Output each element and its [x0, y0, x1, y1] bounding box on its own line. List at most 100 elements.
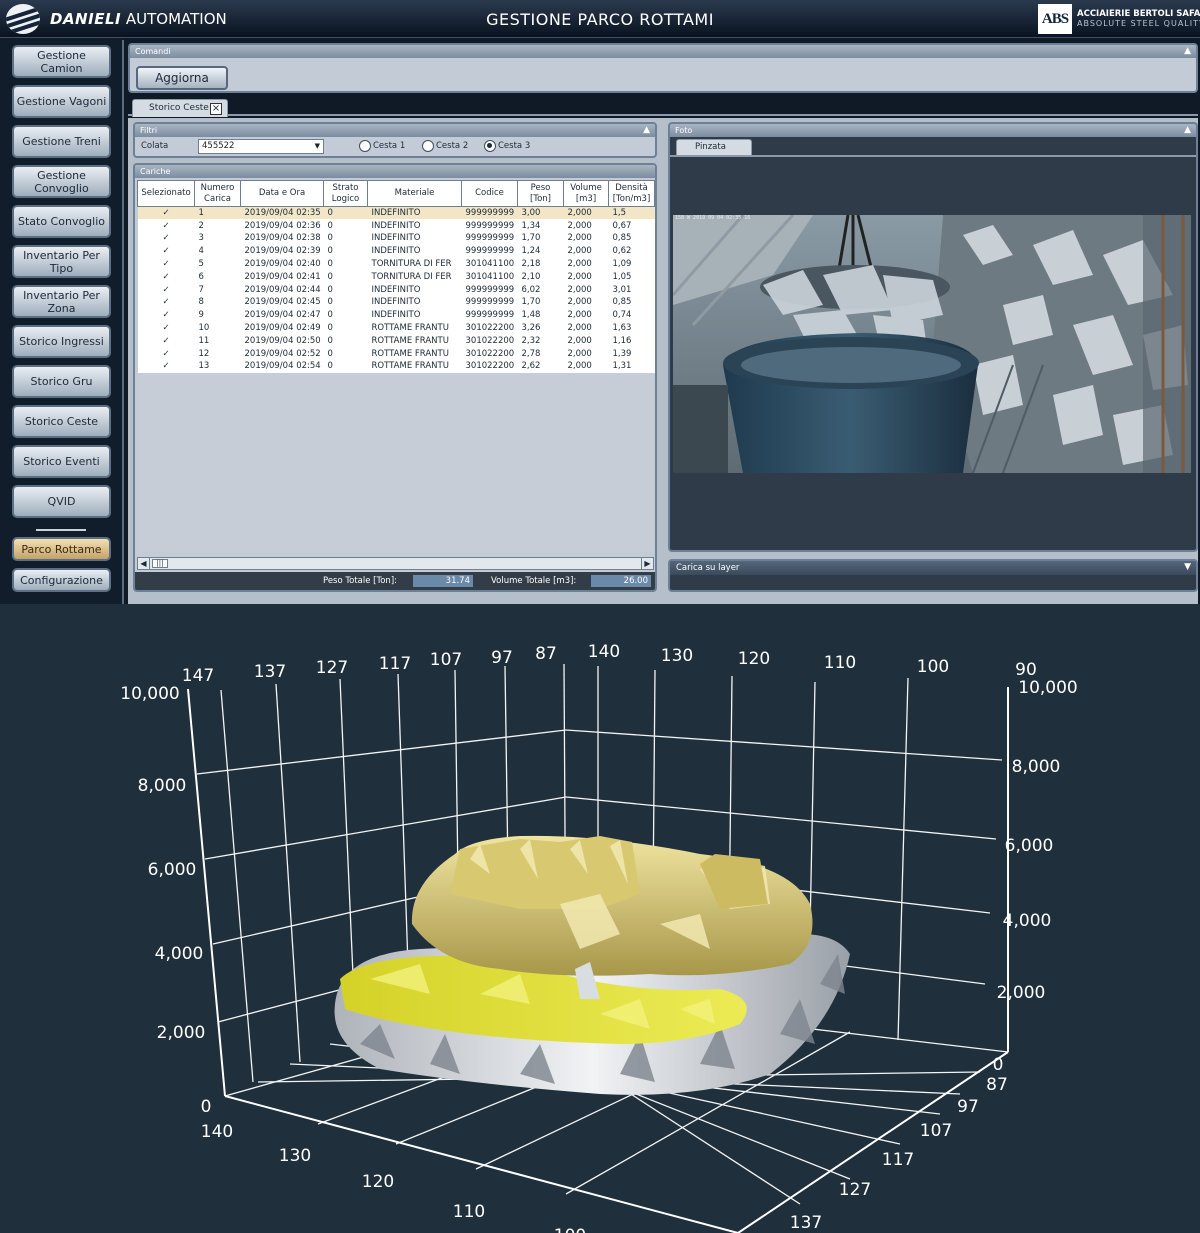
tick-label: 100: [917, 657, 949, 677]
sidebar-item-stato-convoglio[interactable]: Stato Convoglio: [12, 205, 111, 238]
sidebar-item-storico-gru[interactable]: Storico Gru: [12, 365, 111, 398]
radio-cesta-3[interactable]: [484, 140, 496, 152]
tick-label: 107: [430, 650, 462, 670]
table-header-row: Selezionato Numero Carica Data e Ora Str…: [137, 180, 655, 207]
sidebar-item-storico-eventi[interactable]: Storico Eventi: [12, 445, 111, 478]
col-header[interactable]: Densità [Ton/m3]: [608, 180, 655, 207]
table-row[interactable]: ✓ 6 2019/09/04 02:41 0 TORNITURA DI FER 30104…: [137, 270, 655, 284]
table-cell: 12: [194, 347, 241, 361]
row-checkbox-icon[interactable]: ✓: [137, 257, 195, 271]
scroll-right-icon[interactable]: ▶: [641, 558, 653, 569]
row-checkbox-icon[interactable]: ✓: [137, 360, 195, 373]
table-cell: 2,18: [517, 257, 564, 271]
table-cell: 2,000: [563, 244, 609, 258]
table-row[interactable]: ✓ 8 2019/09/04 02:45 0 INDEFINITO 999999999 1,…: [137, 296, 655, 309]
table-row[interactable]: ✓ 11 2019/09/04 02:50 0 ROTTAME FRANTU 301022…: [137, 334, 655, 348]
horizontal-scrollbar[interactable]: ◀ ||| ▶: [137, 557, 654, 570]
table-cell: 6,02: [517, 283, 564, 297]
table-row[interactable]: ✓ 2 2019/09/04 02:36 0 INDEFINITO 999999999 1,…: [137, 219, 655, 233]
sidebar-item-gestione-treni[interactable]: Gestione Treni: [12, 125, 111, 158]
table-cell: 999999999: [461, 232, 518, 245]
sidebar-item-gestione-camion[interactable]: Gestione Camion: [12, 45, 111, 78]
table-row[interactable]: ✓ 3 2019/09/04 02:38 0 INDEFINITO 999999999 1,…: [137, 232, 655, 245]
scrap-bucket-image: [673, 215, 1191, 473]
table-row[interactable]: ✓ 9 2019/09/04 02:47 0 INDEFINITO 999999999 1,…: [137, 308, 655, 322]
tick-label: 130: [661, 646, 693, 666]
table-cell: 2019/09/04 02:54: [240, 360, 324, 373]
colata-select[interactable]: 455522 ▼: [198, 139, 324, 154]
camera-timestamp: 158 W 2019 09 04 02:35 16: [675, 215, 751, 221]
table-row[interactable]: ✓ 12 2019/09/04 02:52 0 ROTTAME FRANTU 301022…: [137, 347, 655, 361]
collapse-chevron-icon[interactable]: ▲: [643, 124, 650, 137]
table-cell: 2019/09/04 02:44: [240, 283, 324, 297]
table-cell: 9: [194, 308, 241, 322]
sidebar-item-inventario-tipo[interactable]: Inventario Per Tipo: [12, 245, 111, 278]
row-checkbox-icon[interactable]: ✓: [137, 244, 195, 258]
table-row[interactable]: ✓ 5 2019/09/04 02:40 0 TORNITURA DI FER 30104…: [137, 257, 655, 271]
tab-storico-ceste[interactable]: Storico Ceste ×: [132, 99, 228, 117]
sidebar-item-storico-ceste[interactable]: Storico Ceste: [12, 405, 111, 438]
collapse-chevron-icon[interactable]: ▲: [1184, 124, 1191, 137]
table-row[interactable]: ✓ 13 2019/09/04 02:54 0 ROTTAME FRANTU 301022…: [137, 360, 655, 373]
sidebar-item-gestione-vagoni[interactable]: Gestione Vagoni: [12, 85, 111, 118]
aggiorna-button[interactable]: Aggiorna: [136, 66, 228, 90]
table-cell: 3,01: [608, 283, 655, 297]
table-row[interactable]: ✓ 1 2019/09/04 02:35 0 INDEFINITO 999999999 3,…: [137, 206, 655, 220]
col-header[interactable]: Selezionato: [137, 180, 195, 207]
row-checkbox-icon[interactable]: ✓: [137, 296, 195, 309]
table-cell: 1: [194, 206, 241, 220]
table-cell: 2,000: [563, 283, 609, 297]
scroll-left-icon[interactable]: ◀: [138, 558, 150, 569]
table-cell: 2,000: [563, 257, 609, 271]
radio-cesta-2[interactable]: [422, 140, 434, 152]
app-window: DANIELI AUTOMATION GESTIONE PARCO ROTTAM…: [0, 0, 1200, 604]
table-cell: INDEFINITO: [367, 296, 462, 309]
row-checkbox-icon[interactable]: ✓: [137, 334, 195, 348]
row-checkbox-icon[interactable]: ✓: [137, 283, 195, 297]
totals-bar: Peso Totale [Ton]: 31.74 Volume Totale […: [135, 572, 655, 590]
table-row[interactable]: ✓ 4 2019/09/04 02:39 0 INDEFINITO 999999999 1,…: [137, 244, 655, 258]
company-tagline: ABSOLUTE STEEL QUALITY: [1077, 19, 1200, 28]
row-checkbox-icon[interactable]: ✓: [137, 232, 195, 245]
row-checkbox-icon[interactable]: ✓: [137, 270, 195, 284]
col-header[interactable]: Codice: [461, 180, 518, 207]
row-checkbox-icon[interactable]: ✓: [137, 308, 195, 322]
col-header[interactable]: Peso [Ton]: [517, 180, 564, 207]
sidebar-item-inventario-zona[interactable]: Inventario Per Zona: [12, 285, 111, 318]
table-cell: 2019/09/04 02:47: [240, 308, 324, 322]
row-checkbox-icon[interactable]: ✓: [137, 347, 195, 361]
tick-label: 97: [491, 648, 513, 668]
table-row[interactable]: ✓ 7 2019/09/04 02:44 0 INDEFINITO 999999999 6,…: [137, 283, 655, 297]
col-header[interactable]: Volume [m3]: [563, 180, 609, 207]
table-cell: 301041100: [461, 257, 518, 271]
collapse-chevron-icon[interactable]: ▲: [1184, 45, 1191, 58]
col-header[interactable]: Materiale: [367, 180, 462, 207]
table-cell: 1,5: [608, 206, 655, 220]
sidebar-item-gestione-convoglio[interactable]: Gestione Convoglio: [12, 165, 111, 198]
sidebar-item-qvid[interactable]: QVID: [12, 485, 111, 518]
col-header[interactable]: Numero Carica: [194, 180, 241, 207]
radio-cesta-1[interactable]: [359, 140, 371, 152]
tick-label: 10,000: [1018, 678, 1077, 698]
sidebar-item-parco-rottame[interactable]: Parco Rottame: [12, 537, 111, 561]
expand-chevron-icon[interactable]: ▼: [1184, 561, 1191, 574]
cariche-header: Cariche: [135, 165, 655, 178]
col-header[interactable]: Strato Logico: [323, 180, 368, 207]
row-checkbox-icon[interactable]: ✓: [137, 321, 195, 335]
table-row[interactable]: ✓ 10 2019/09/04 02:49 0 ROTTAME FRANTU 301022…: [137, 321, 655, 335]
row-checkbox-icon[interactable]: ✓: [137, 219, 195, 233]
row-checkbox-icon[interactable]: ✓: [137, 206, 195, 220]
dropdown-arrow-icon[interactable]: ▼: [315, 140, 320, 153]
col-header[interactable]: Data e Ora: [240, 180, 324, 207]
sidebar-item-storico-ingressi[interactable]: Storico Ingressi: [12, 325, 111, 358]
table-cell: 2,32: [517, 334, 564, 348]
table-cell: INDEFINITO: [367, 219, 462, 233]
table-cell: 2,78: [517, 347, 564, 361]
sidebar-item-configurazione[interactable]: Configurazione: [12, 568, 111, 592]
table-cell: 301022200: [461, 321, 518, 335]
close-icon[interactable]: ×: [210, 103, 222, 115]
scroll-thumb-icon[interactable]: |||: [152, 559, 168, 568]
tick-label: 97: [957, 1097, 979, 1117]
radio-cesta-3-label: Cesta 3: [498, 141, 531, 151]
tab-pinzata[interactable]: Pinzata: [676, 139, 752, 155]
